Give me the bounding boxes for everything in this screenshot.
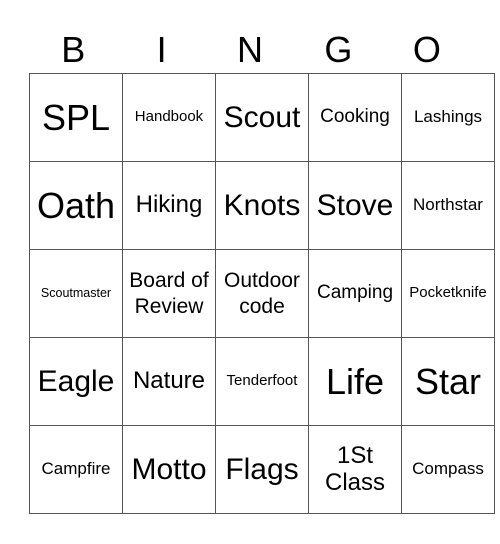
header-letter-n: N — [237, 29, 264, 70]
grid-row: Eagle Nature Tenderfoot Life Star — [29, 337, 495, 426]
grid-cell[interactable]: Lashings — [401, 73, 495, 162]
header-letter-o: O — [412, 29, 441, 70]
grid-cell[interactable]: SPL — [29, 73, 123, 162]
grid-row: SPL Handbook Scout Cooking Lashings — [29, 73, 495, 162]
grid-row: Oath Hiking Knots Stove Northstar — [29, 161, 495, 250]
grid-row: Campfire Motto Flags 1St Class Compass — [29, 425, 495, 514]
grid-cell[interactable]: Outdoor code — [215, 249, 309, 338]
grid-cell[interactable]: Pocketknife — [401, 249, 495, 338]
grid-cell[interactable]: Knots — [215, 161, 309, 250]
header-letter-g: G — [324, 29, 353, 70]
grid-cell[interactable]: Scout — [215, 73, 309, 162]
grid-cell[interactable]: Board of Review — [122, 249, 216, 338]
grid-cell[interactable]: Life — [308, 337, 402, 426]
grid-cell[interactable]: Hiking — [122, 161, 216, 250]
grid-cell[interactable]: Motto — [122, 425, 216, 514]
grid-row: Scoutmaster Board of Review Outdoor code… — [29, 249, 495, 338]
header-letter-i: I — [156, 29, 167, 70]
header-letter-b: B — [61, 29, 86, 70]
grid-cell[interactable]: Nature — [122, 337, 216, 426]
grid-cell[interactable]: Scoutmaster — [29, 249, 123, 338]
grid-cell[interactable]: Cooking — [308, 73, 402, 162]
grid-cell[interactable]: Campfire — [29, 425, 123, 514]
grid-cell[interactable]: Camping — [308, 249, 402, 338]
grid-cell[interactable]: Eagle — [29, 337, 123, 426]
grid-cell[interactable]: Oath — [29, 161, 123, 250]
grid-cell[interactable]: Stove — [308, 161, 402, 250]
bingo-grid: SPL Handbook Scout Cooking Lashings Oath… — [29, 73, 495, 514]
bingo-header: B I N G O — [29, 26, 471, 73]
grid-cell[interactable]: 1St Class — [308, 425, 402, 514]
grid-cell[interactable]: Star — [401, 337, 495, 426]
grid-cell[interactable]: Tenderfoot — [215, 337, 309, 426]
grid-cell[interactable]: Handbook — [122, 73, 216, 162]
grid-cell[interactable]: Northstar — [401, 161, 495, 250]
grid-cell[interactable]: Flags — [215, 425, 309, 514]
grid-cell[interactable]: Compass — [401, 425, 495, 514]
